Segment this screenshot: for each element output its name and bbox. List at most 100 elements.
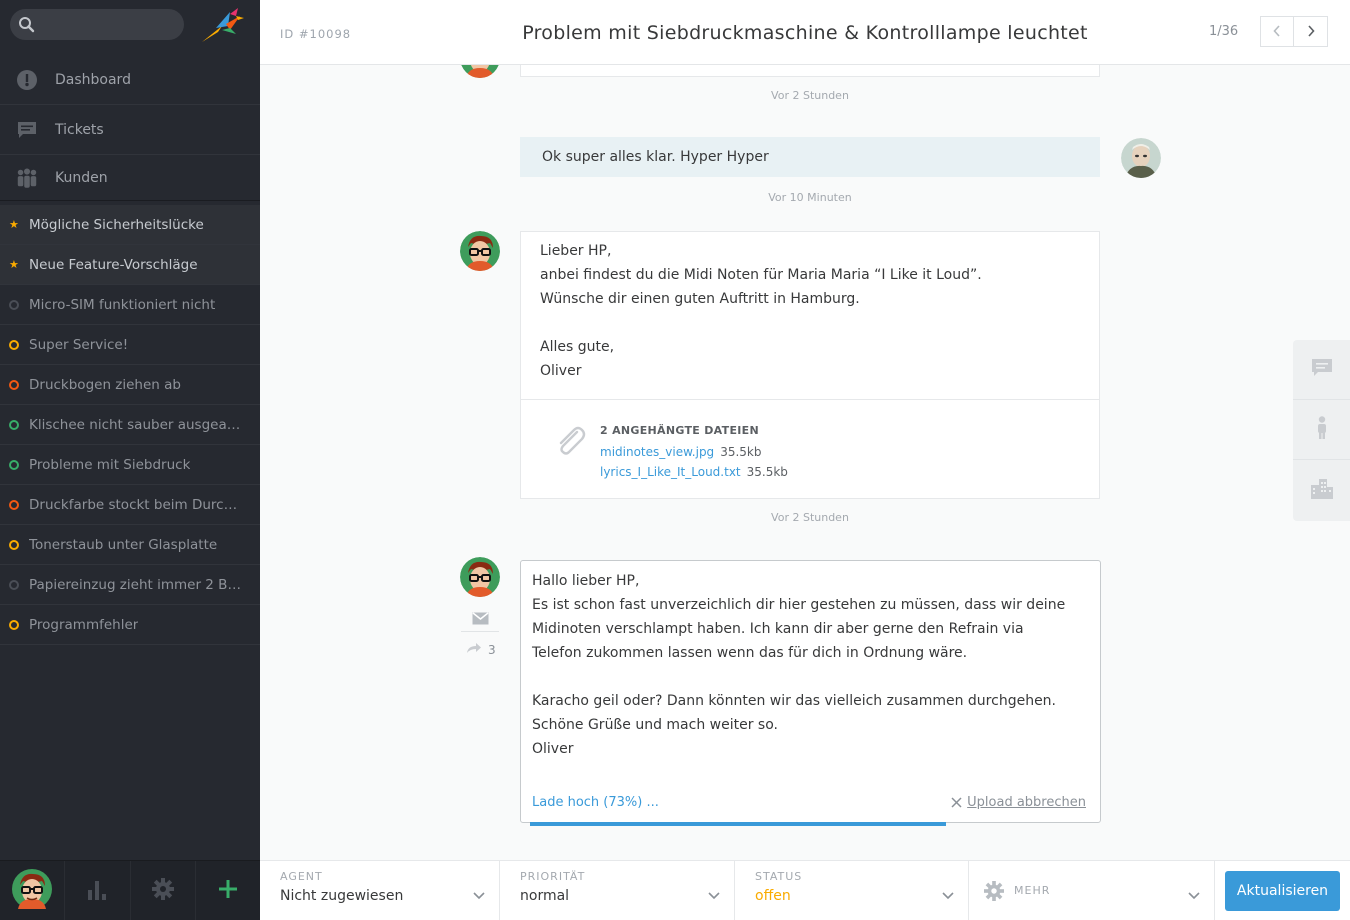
reply-text[interactable]: Hallo lieber HP, Es ist schon fast unver… — [521, 561, 1100, 769]
avatar — [12, 868, 53, 913]
message-line: Wünsche dir einen guten Auftritt in Hamb… — [540, 291, 860, 307]
plus-icon — [218, 879, 238, 903]
ticket-title: Programmfehler — [29, 616, 139, 633]
nav-tickets[interactable]: Tickets — [0, 105, 260, 155]
draft-line: Schöne Grüße und mach weiter so. — [532, 717, 778, 733]
status-dot-icon — [9, 619, 19, 630]
ticket-attributes-bar: AGENT Nicht zugewiesen PRIORITÄT normal … — [260, 860, 1350, 920]
ticket-item[interactable]: Papiereinzug zieht immer 2 Blä... — [0, 565, 260, 605]
agent-value: Nicht zugewiesen — [280, 888, 404, 904]
new-ticket-button[interactable] — [196, 861, 260, 920]
more-actions-select[interactable]: MEHR — [969, 861, 1215, 920]
ticket-item[interactable]: Klischee nicht sauber ausgear... — [0, 405, 260, 445]
draft-line: Oliver — [532, 741, 574, 757]
ticket-header: ID #10098 Problem mit Siebdruckmaschine … — [260, 0, 1350, 65]
tab-ticket[interactable] — [1293, 340, 1350, 400]
message-text: Ok super alles klar. Hyper Hyper — [542, 149, 769, 165]
customer-message: Ok super alles klar. Hyper Hyper — [520, 137, 1100, 177]
status-dot-icon — [9, 339, 19, 350]
status-dot-icon — [9, 379, 19, 390]
agent-select[interactable]: AGENT Nicht zugewiesen — [260, 861, 500, 920]
close-icon — [951, 797, 962, 808]
status-select[interactable]: STATUS offen — [735, 861, 969, 920]
upload-status: Lade hoch (73%) ... — [532, 795, 659, 810]
timestamp: Vor 2 Stunden — [771, 89, 849, 102]
search-input[interactable] — [42, 9, 178, 40]
people-icon — [15, 166, 39, 190]
ticket-list: ★ Mögliche Sicherheitslücke ★ Neue Featu… — [0, 205, 260, 645]
chevron-down-icon — [942, 885, 954, 904]
status-dot-icon — [9, 299, 19, 310]
chevron-left-icon — [1273, 22, 1281, 41]
draft-line: Es ist schon fast unverzeichlich dir hie… — [532, 597, 1066, 613]
search-box[interactable] — [10, 9, 184, 40]
status-dot-icon — [9, 499, 19, 510]
settings-button[interactable] — [131, 861, 196, 920]
timestamp: Vor 10 Minuten — [768, 191, 852, 204]
chat-icon — [1311, 358, 1333, 382]
reports-button[interactable] — [65, 861, 131, 920]
ticket-item[interactable]: ★ Mögliche Sicherheitslücke — [0, 205, 260, 245]
draft-line — [532, 665, 1089, 689]
priority-select[interactable]: PRIORITÄT normal — [500, 861, 735, 920]
attachment-row: lyrics_I_Like_It_Loud.txt 35.5kb — [600, 462, 788, 482]
bar-chart-icon — [87, 878, 107, 904]
nav-label: Dashboard — [55, 71, 131, 88]
ticket-item[interactable]: Programmfehler — [0, 605, 260, 645]
draft-line: Karacho geil oder? Dann könnten wir das … — [532, 693, 1057, 709]
buildings-icon — [1310, 477, 1334, 503]
star-icon: ★ — [9, 257, 19, 271]
paperclip-icon — [553, 424, 587, 462]
nav-dashboard[interactable]: Dashboard — [0, 55, 260, 105]
sidebar-tabs — [1293, 340, 1350, 521]
cancel-upload-button[interactable]: Upload abbrechen — [951, 795, 1086, 810]
ticket-item[interactable]: Super Service! — [0, 325, 260, 365]
upload-progress-fill — [530, 822, 947, 826]
draft-line: Telefon zukommen lassen wenn das für dic… — [532, 645, 968, 661]
ticket-title: Mögliche Sicherheitslücke — [29, 216, 204, 233]
status-label: STATUS — [755, 870, 803, 883]
ticket-title: Papiereinzug zieht immer 2 Blä... — [29, 576, 241, 593]
chevron-right-icon — [1307, 22, 1315, 41]
avatar — [460, 557, 500, 597]
ticket-title: Druckfarbe stockt beim Durch... — [29, 496, 241, 513]
dashboard-icon — [15, 68, 39, 92]
reply-editor[interactable]: Hallo lieber HP, Es ist schon fast unver… — [520, 560, 1101, 823]
previous-ticket-button[interactable] — [1260, 16, 1294, 47]
forward-icon — [466, 642, 482, 657]
draft-line: Hallo lieber HP, — [532, 573, 640, 589]
chevron-down-icon — [473, 885, 485, 904]
ticket-item[interactable]: Tonerstaub unter Glasplatte — [0, 525, 260, 565]
ticket-item[interactable]: Probleme mit Siebdruck — [0, 445, 260, 485]
status-dot-icon — [9, 419, 19, 430]
attachments: 2 ANGEHÄNGTE DATEIEN midinotes_view.jpg 3… — [521, 399, 1099, 499]
attachment-link[interactable]: lyrics_I_Like_It_Loud.txt — [600, 465, 741, 479]
tab-customer[interactable] — [1293, 400, 1350, 460]
ticket-item[interactable]: ★ Neue Feature-Vorschläge — [0, 245, 260, 285]
next-ticket-button[interactable] — [1294, 16, 1328, 47]
article-card — [520, 65, 1100, 77]
ticket-item[interactable]: Druckbogen ziehen ab — [0, 365, 260, 405]
ticket-title: Neue Feature-Vorschläge — [29, 256, 198, 273]
tab-organization[interactable] — [1293, 460, 1350, 520]
update-button[interactable]: Aktualisieren — [1225, 871, 1340, 911]
more-label: MEHR — [1014, 884, 1051, 897]
message-line: Lieber HP, — [540, 243, 612, 259]
ticket-item[interactable]: Druckfarbe stockt beim Durch... — [0, 485, 260, 525]
app-logo[interactable] — [200, 6, 246, 46]
timestamp: Vor 2 Stunden — [771, 511, 849, 524]
search-icon — [18, 16, 35, 37]
email-icon[interactable] — [472, 610, 489, 629]
avatar — [460, 231, 500, 271]
user-avatar-button[interactable] — [0, 861, 66, 920]
ticket-item[interactable]: Micro-SIM funktioniert nicht — [0, 285, 260, 325]
draft-line: Midinoten verschlampt haben. Ich kann di… — [532, 621, 1024, 637]
nav-customers[interactable]: Kunden — [0, 155, 260, 201]
ticket-conversation: Vor 2 Stunden Ok super alles klar. Hyper… — [260, 65, 1350, 860]
attachment-link[interactable]: midinotes_view.jpg — [600, 445, 714, 459]
nav-label: Kunden — [55, 169, 108, 186]
ticket-title: Klischee nicht sauber ausgear... — [29, 416, 241, 433]
status-dot-icon — [9, 459, 19, 470]
article-card: Lieber HP, anbei findest du die Midi Not… — [520, 231, 1100, 499]
avatar — [460, 65, 500, 78]
